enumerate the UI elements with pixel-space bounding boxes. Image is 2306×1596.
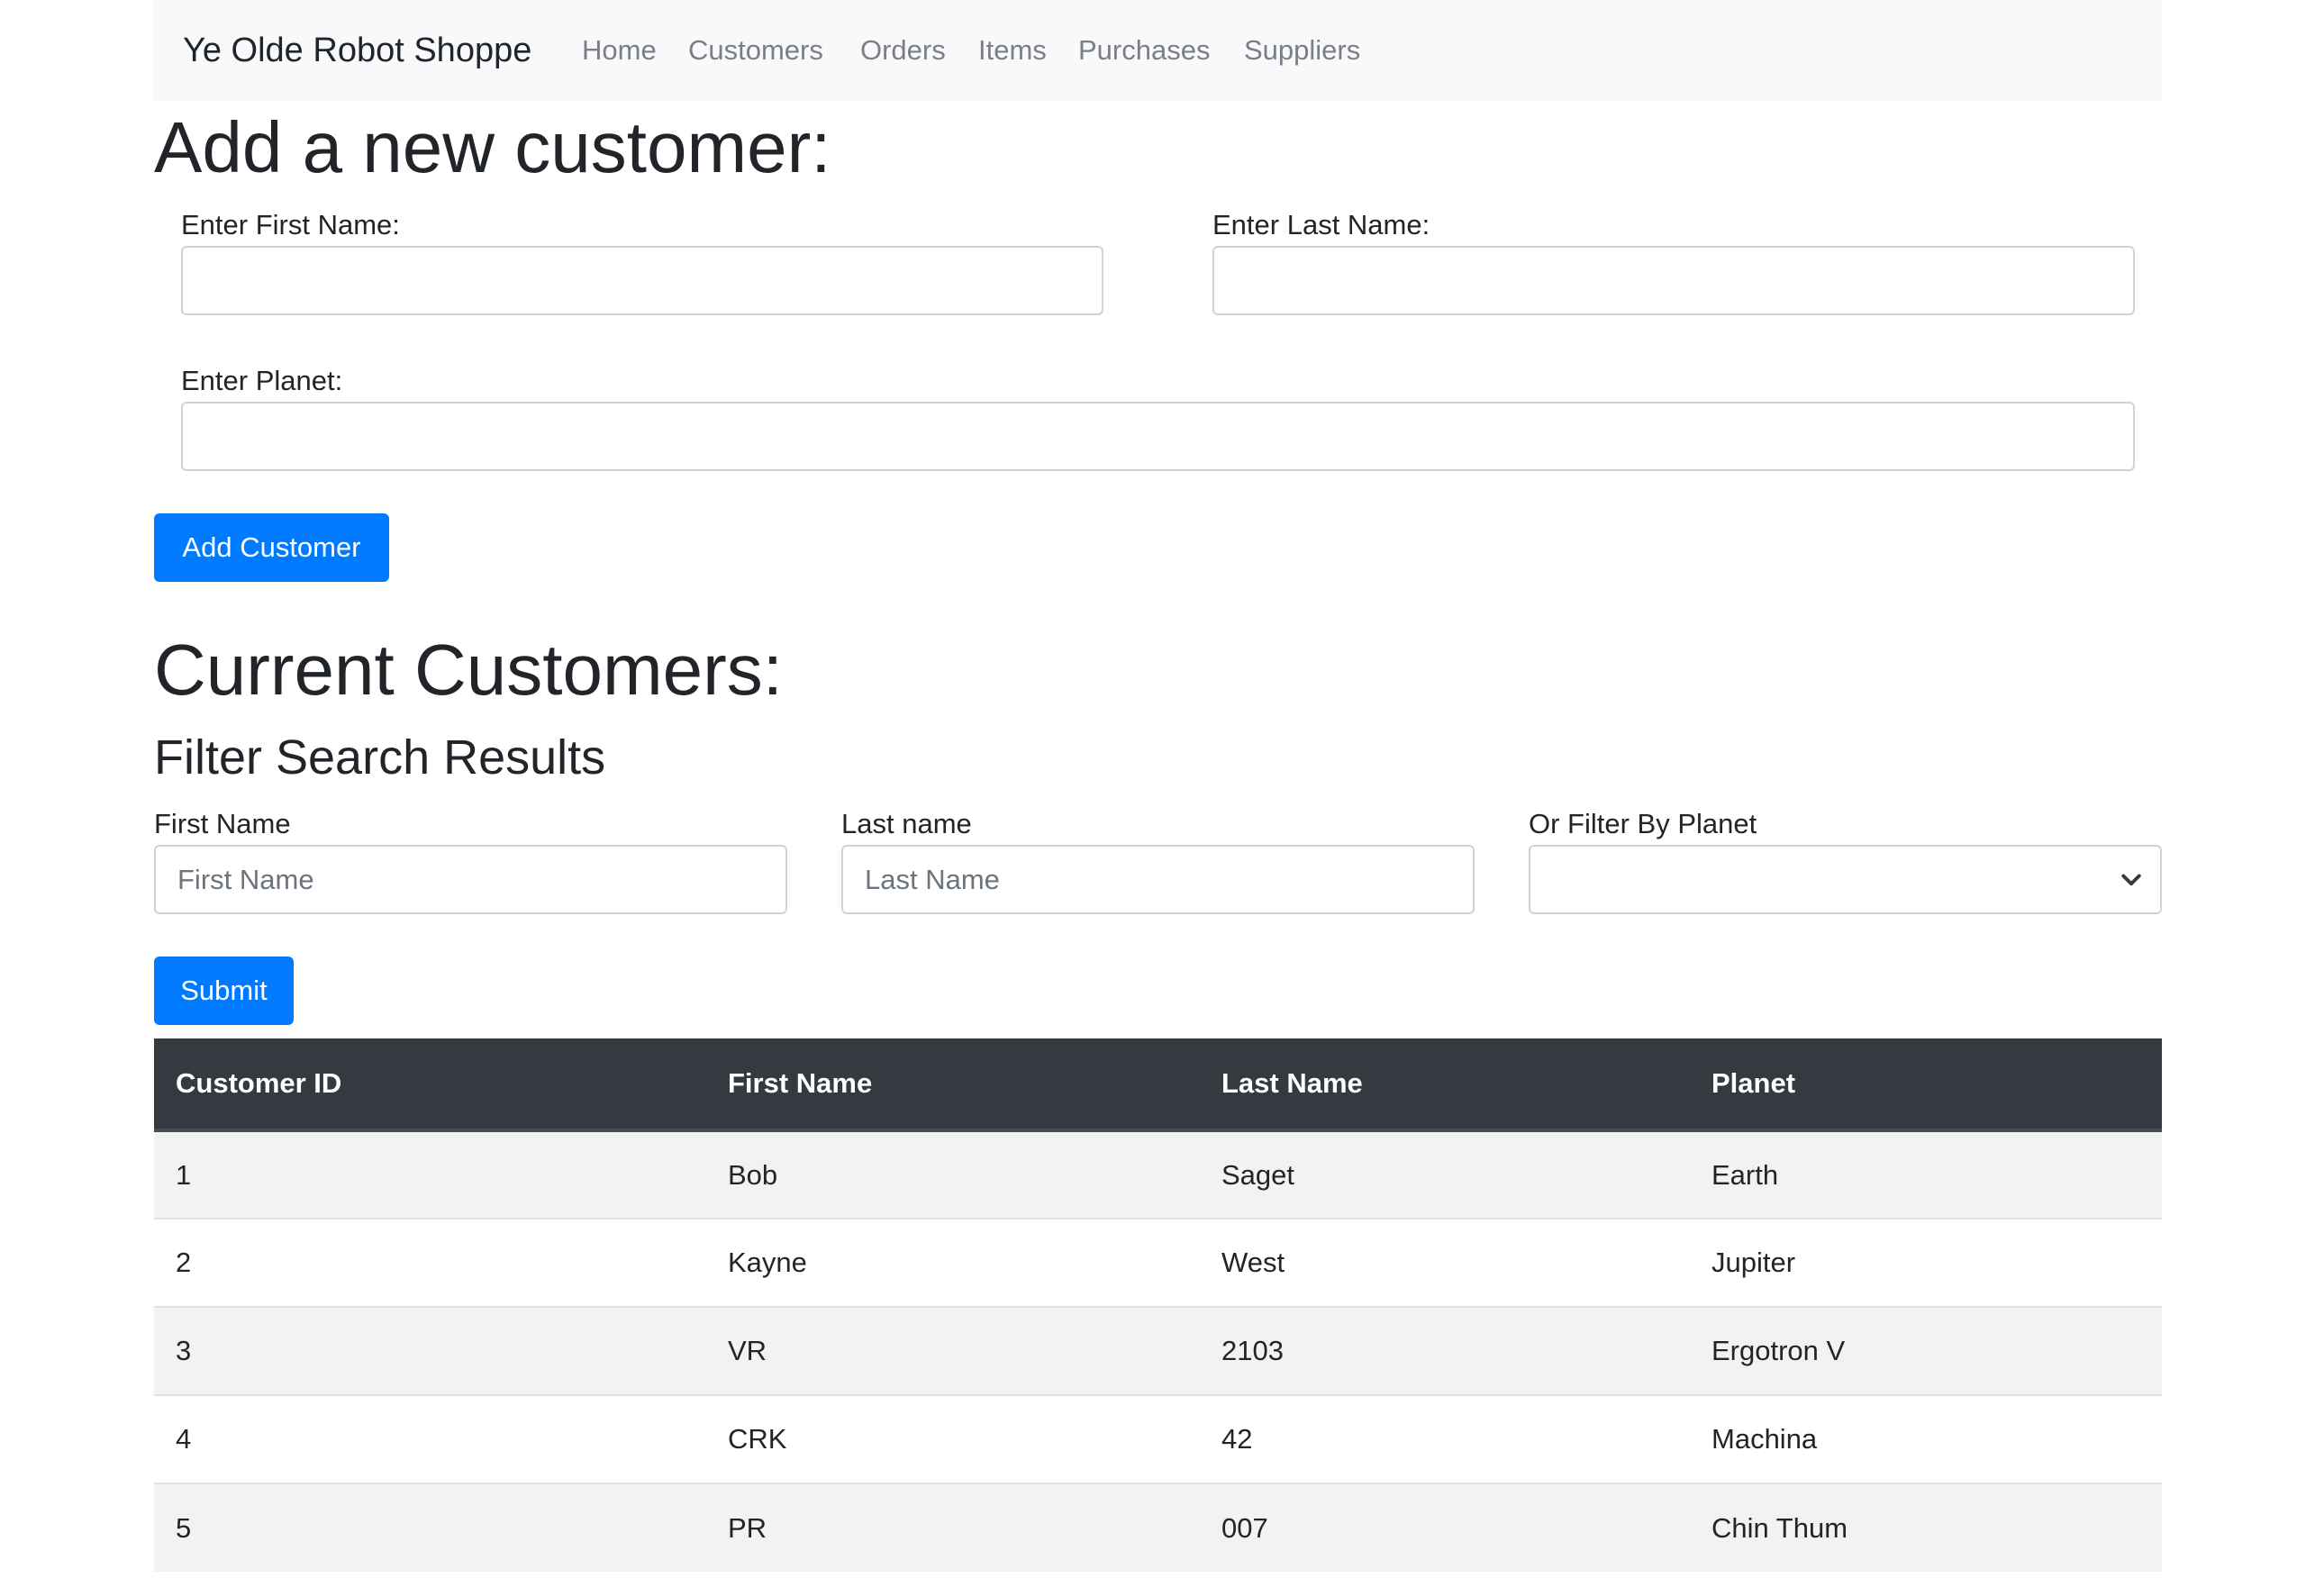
table-row: 5 PR 007 Chin Thum: [154, 1483, 2162, 1572]
navbar: Ye Olde Robot Shoppe Home Customers Orde…: [154, 0, 2162, 101]
current-customers-heading: Current Customers:: [154, 630, 783, 710]
cell-planet: Chin Thum: [1690, 1483, 2162, 1572]
column-header-last-name: Last Name: [1200, 1038, 1690, 1132]
nav-link-items[interactable]: Items: [978, 31, 1047, 70]
nav-link-suppliers[interactable]: Suppliers: [1244, 31, 1360, 70]
chevron-down-icon: [2121, 874, 2141, 886]
table-row: 2 Kayne West Jupiter: [154, 1218, 2162, 1307]
planet-label: Enter Planet:: [181, 365, 343, 396]
customers-table: Customer ID First Name Last Name Planet …: [154, 1038, 2162, 1572]
planet-input[interactable]: [181, 402, 2135, 471]
cell-customer-id: 4: [154, 1394, 706, 1483]
nav-link-orders[interactable]: Orders: [860, 31, 946, 70]
cell-customer-id: 3: [154, 1306, 706, 1395]
filter-first-name-input[interactable]: [154, 845, 787, 914]
filter-last-name-input[interactable]: [841, 845, 1475, 914]
brand-link[interactable]: Ye Olde Robot Shoppe: [183, 27, 531, 74]
cell-last-name: 42: [1200, 1394, 1690, 1483]
cell-first-name: CRK: [706, 1394, 1200, 1483]
cell-planet: Jupiter: [1690, 1218, 2162, 1307]
column-header-first-name: First Name: [706, 1038, 1200, 1132]
table-row: 4 CRK 42 Machina: [154, 1394, 2162, 1483]
nav-link-customers[interactable]: Customers: [688, 31, 823, 70]
cell-first-name: Bob: [706, 1129, 1200, 1219]
cell-customer-id: 1: [154, 1129, 706, 1219]
add-customer-heading: Add a new customer:: [154, 107, 831, 187]
cell-last-name: Saget: [1200, 1129, 1690, 1219]
first-name-label: Enter First Name:: [181, 209, 400, 240]
cell-customer-id: 2: [154, 1218, 706, 1307]
last-name-label: Enter Last Name:: [1212, 209, 1430, 240]
submit-filter-button[interactable]: Submit: [154, 957, 294, 1025]
filter-planet-label: Or Filter By Planet: [1529, 808, 1757, 839]
filter-first-name-label: First Name: [154, 808, 291, 839]
table-row: 1 Bob Saget Earth: [154, 1129, 2162, 1219]
planet-filter-select[interactable]: [1529, 845, 2162, 914]
filter-last-name-label: Last name: [841, 808, 972, 839]
first-name-input[interactable]: [181, 246, 1103, 315]
cell-planet: Ergotron V: [1690, 1306, 2162, 1395]
column-header-planet: Planet: [1690, 1038, 2162, 1132]
cell-first-name: VR: [706, 1306, 1200, 1395]
cell-last-name: West: [1200, 1218, 1690, 1307]
column-header-customer-id: Customer ID: [154, 1038, 706, 1132]
cell-customer-id: 5: [154, 1483, 706, 1572]
filter-heading: Filter Search Results: [154, 730, 606, 784]
last-name-input[interactable]: [1212, 246, 2135, 315]
cell-first-name: PR: [706, 1483, 1200, 1572]
cell-last-name: 2103: [1200, 1306, 1690, 1395]
cell-planet: Earth: [1690, 1129, 2162, 1219]
table-header-row: Customer ID First Name Last Name Planet: [154, 1038, 2162, 1132]
add-customer-button[interactable]: Add Customer: [154, 513, 389, 582]
table-row: 3 VR 2103 Ergotron V: [154, 1306, 2162, 1395]
cell-planet: Machina: [1690, 1394, 2162, 1483]
nav-link-purchases[interactable]: Purchases: [1078, 31, 1210, 70]
nav-link-home[interactable]: Home: [582, 31, 657, 70]
cell-last-name: 007: [1200, 1483, 1690, 1572]
cell-first-name: Kayne: [706, 1218, 1200, 1307]
